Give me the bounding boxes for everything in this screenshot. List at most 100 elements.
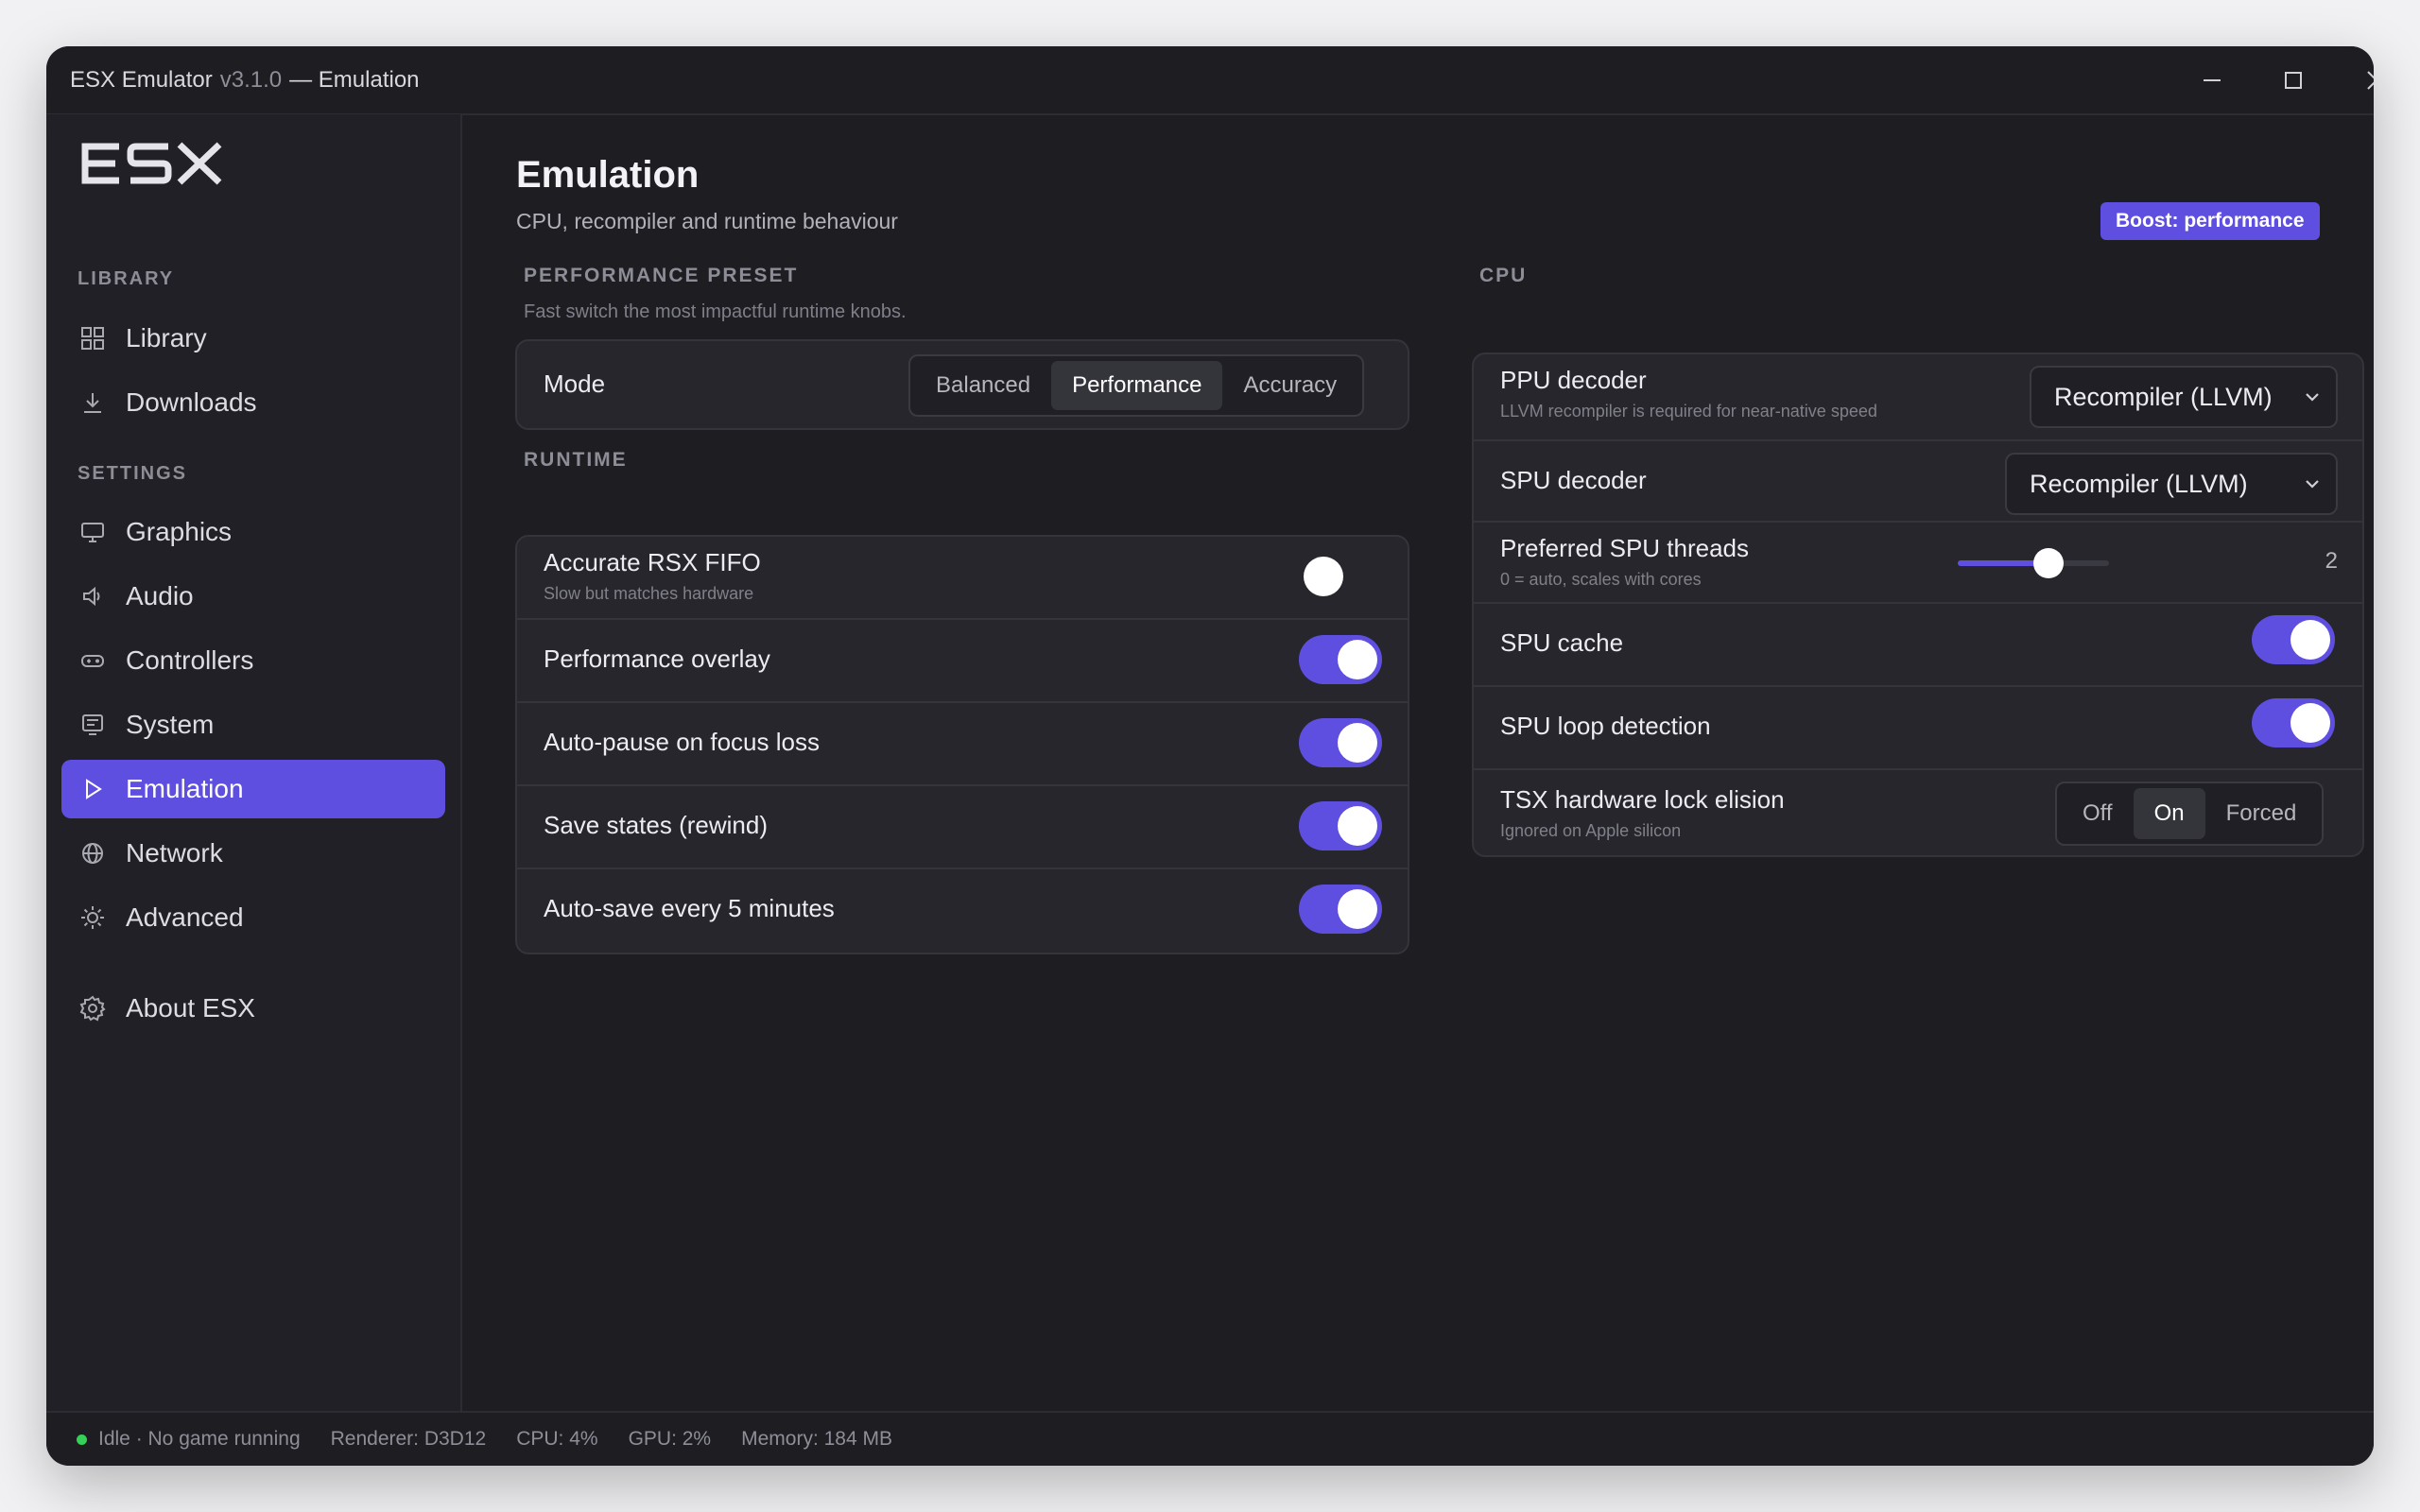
- sidebar-item-label: System: [126, 710, 215, 739]
- spu-decoder-select[interactable]: Recompiler (LLVM): [2005, 453, 2338, 515]
- auto-save-toggle[interactable]: [1299, 885, 1382, 934]
- cpu-row-spu-threads: Preferred SPU threads 0 = auto, scales w…: [1474, 521, 2362, 604]
- globe-icon: [78, 839, 107, 868]
- sidebar: LIBRARY Library Downloads SETTINGS Graph…: [46, 114, 462, 1411]
- cpu-row-spu-cache: SPU cache: [1474, 602, 2362, 687]
- sidebar-item-label: Audio: [126, 581, 194, 610]
- tsx-sublabel: Ignored on Apple silicon: [1500, 821, 1682, 840]
- tsx-label: TSX hardware lock elision: [1500, 785, 1785, 814]
- sidebar-item-advanced[interactable]: Advanced: [61, 888, 445, 947]
- status-renderer: Renderer: D3D12: [330, 1428, 487, 1450]
- spu-cache-label: SPU cache: [1500, 628, 1624, 657]
- close-button[interactable]: [2343, 46, 2374, 113]
- preset-card: Mode Balanced Performance Accuracy: [515, 339, 1409, 430]
- library-section-label: LIBRARY: [78, 268, 175, 289]
- mode-segmented-control: Balanced Performance Accuracy: [908, 354, 1365, 417]
- tsx-option-forced[interactable]: Forced: [2205, 788, 2318, 839]
- status-memory: Memory: 184 MB: [741, 1428, 892, 1450]
- status-state: Idle · No game running: [98, 1428, 301, 1450]
- monitor-icon: [78, 518, 107, 546]
- sidebar-item-label: Advanced: [126, 902, 244, 932]
- mode-option-accuracy[interactable]: Accuracy: [1222, 361, 1357, 410]
- main-content: Emulation CPU, recompiler and runtime be…: [462, 114, 2374, 1411]
- page-title: Emulation: [516, 154, 700, 196]
- performance-preset-hint: Fast switch the most impactful runtime k…: [524, 301, 907, 322]
- mode-label: Mode: [544, 369, 606, 398]
- runtime-row-accurate-rsx-fifo: Accurate RSX FIFO Slow but matches hardw…: [517, 537, 1408, 618]
- page-subtitle: CPU, recompiler and runtime behaviour: [516, 209, 898, 233]
- mode-option-balanced[interactable]: Balanced: [915, 361, 1051, 410]
- maximize-button[interactable]: [2260, 46, 2326, 113]
- boost-badge: Boost: performance: [2100, 202, 2320, 240]
- spu-threads-slider-thumb[interactable]: [2033, 548, 2064, 578]
- performance-preset-label: PERFORMANCE PRESET: [524, 265, 799, 286]
- minimize-button[interactable]: [2179, 46, 2245, 113]
- sidebar-item-label: Controllers: [126, 645, 254, 675]
- runtime-row-label: Auto-save every 5 minutes: [544, 894, 835, 922]
- maximize-icon: [2285, 71, 2302, 89]
- runtime-row-auto-pause: Auto-pause on focus loss: [517, 701, 1408, 786]
- window-title: ESX Emulator v3.1.0— Emulation: [70, 46, 420, 113]
- close-icon: [2367, 70, 2374, 90]
- runtime-row-performance-overlay: Performance overlay: [517, 618, 1408, 703]
- spu-threads-label: Preferred SPU threads: [1500, 534, 1750, 562]
- runtime-row-save-states: Save states (rewind): [517, 784, 1408, 869]
- ppu-decoder-select[interactable]: Recompiler (LLVM): [2030, 366, 2338, 428]
- runtime-row-auto-save: Auto-save every 5 minutes: [517, 868, 1408, 953]
- sidebar-item-label: Library: [126, 323, 207, 352]
- esx-logo: [81, 141, 223, 191]
- spu-threads-sublabel: 0 = auto, scales with cores: [1500, 570, 1702, 589]
- save-states-toggle[interactable]: [1299, 801, 1382, 850]
- runtime-row-label: Accurate RSX FIFO: [544, 548, 761, 576]
- runtime-row-sublabel: Slow but matches hardware: [544, 584, 754, 603]
- spu-decoder-label: SPU decoder: [1500, 466, 1647, 494]
- spu-decoder-value: Recompiler (LLVM): [2030, 469, 2248, 498]
- title-bar: ESX Emulator v3.1.0— Emulation: [46, 46, 2374, 115]
- cpu-card: PPU decoder LLVM recompiler is required …: [1472, 352, 2364, 857]
- play-icon: [78, 775, 107, 803]
- cpu-row-ppu-decoder: PPU decoder LLVM recompiler is required …: [1474, 354, 2362, 439]
- grid-icon: [78, 324, 107, 352]
- cpu-label: CPU: [1479, 265, 1528, 286]
- spu-cache-toggle[interactable]: [2252, 615, 2335, 664]
- sidebar-item-label: About ESX: [126, 993, 255, 1022]
- sidebar-item-about[interactable]: About ESX: [61, 979, 445, 1038]
- status-gpu: GPU: 2%: [628, 1428, 712, 1450]
- sun-icon: [78, 903, 107, 932]
- sidebar-item-graphics[interactable]: Graphics: [61, 503, 445, 561]
- sidebar-item-label: Network: [126, 838, 223, 868]
- cpu-row-spu-decoder: SPU decoder Recompiler (LLVM): [1474, 439, 2362, 523]
- sidebar-item-audio[interactable]: Audio: [61, 567, 445, 626]
- accurate-rsx-fifo-toggle[interactable]: [1299, 552, 1382, 601]
- tsx-option-on[interactable]: On: [2133, 788, 2205, 839]
- runtime-row-label: Performance overlay: [544, 644, 770, 673]
- sidebar-item-controllers[interactable]: Controllers: [61, 631, 445, 690]
- minimize-icon: [2204, 78, 2221, 81]
- sidebar-item-network[interactable]: Network: [61, 824, 445, 883]
- sidebar-item-system[interactable]: System: [61, 696, 445, 754]
- app-name: ESX Emulator: [70, 67, 213, 93]
- performance-overlay-toggle[interactable]: [1299, 635, 1382, 684]
- runtime-card: Accurate RSX FIFO Slow but matches hardw…: [515, 535, 1409, 954]
- sidebar-item-library[interactable]: Library: [61, 309, 445, 368]
- app-window: ESX Emulator v3.1.0— Emulation LIBRARY L…: [46, 46, 2374, 1466]
- mode-option-performance[interactable]: Performance: [1051, 361, 1223, 410]
- cpu-row-tsx: TSX hardware lock elision Ignored on App…: [1474, 768, 2362, 855]
- sidebar-item-label: Downloads: [126, 387, 257, 417]
- speaker-icon: [78, 582, 107, 610]
- mode-row: Mode Balanced Performance Accuracy: [517, 341, 1408, 428]
- spu-loop-detection-toggle[interactable]: [2252, 698, 2335, 747]
- system-icon: [78, 711, 107, 739]
- chevron-down-icon: [2304, 475, 2321, 497]
- settings-section-label: SETTINGS: [78, 463, 188, 484]
- sidebar-item-emulation[interactable]: Emulation: [61, 760, 445, 818]
- status-cpu: CPU: 4%: [516, 1428, 598, 1450]
- status-bar: Idle · No game running Renderer: D3D12 C…: [46, 1411, 2374, 1466]
- chevron-down-icon: [2304, 388, 2321, 410]
- runtime-label: RUNTIME: [524, 449, 628, 471]
- spu-loop-detection-label: SPU loop detection: [1500, 712, 1711, 740]
- tsx-option-off[interactable]: Off: [2062, 788, 2134, 839]
- ppu-decoder-value: Recompiler (LLVM): [2054, 382, 2273, 411]
- auto-pause-toggle[interactable]: [1299, 718, 1382, 767]
- sidebar-item-downloads[interactable]: Downloads: [61, 373, 445, 432]
